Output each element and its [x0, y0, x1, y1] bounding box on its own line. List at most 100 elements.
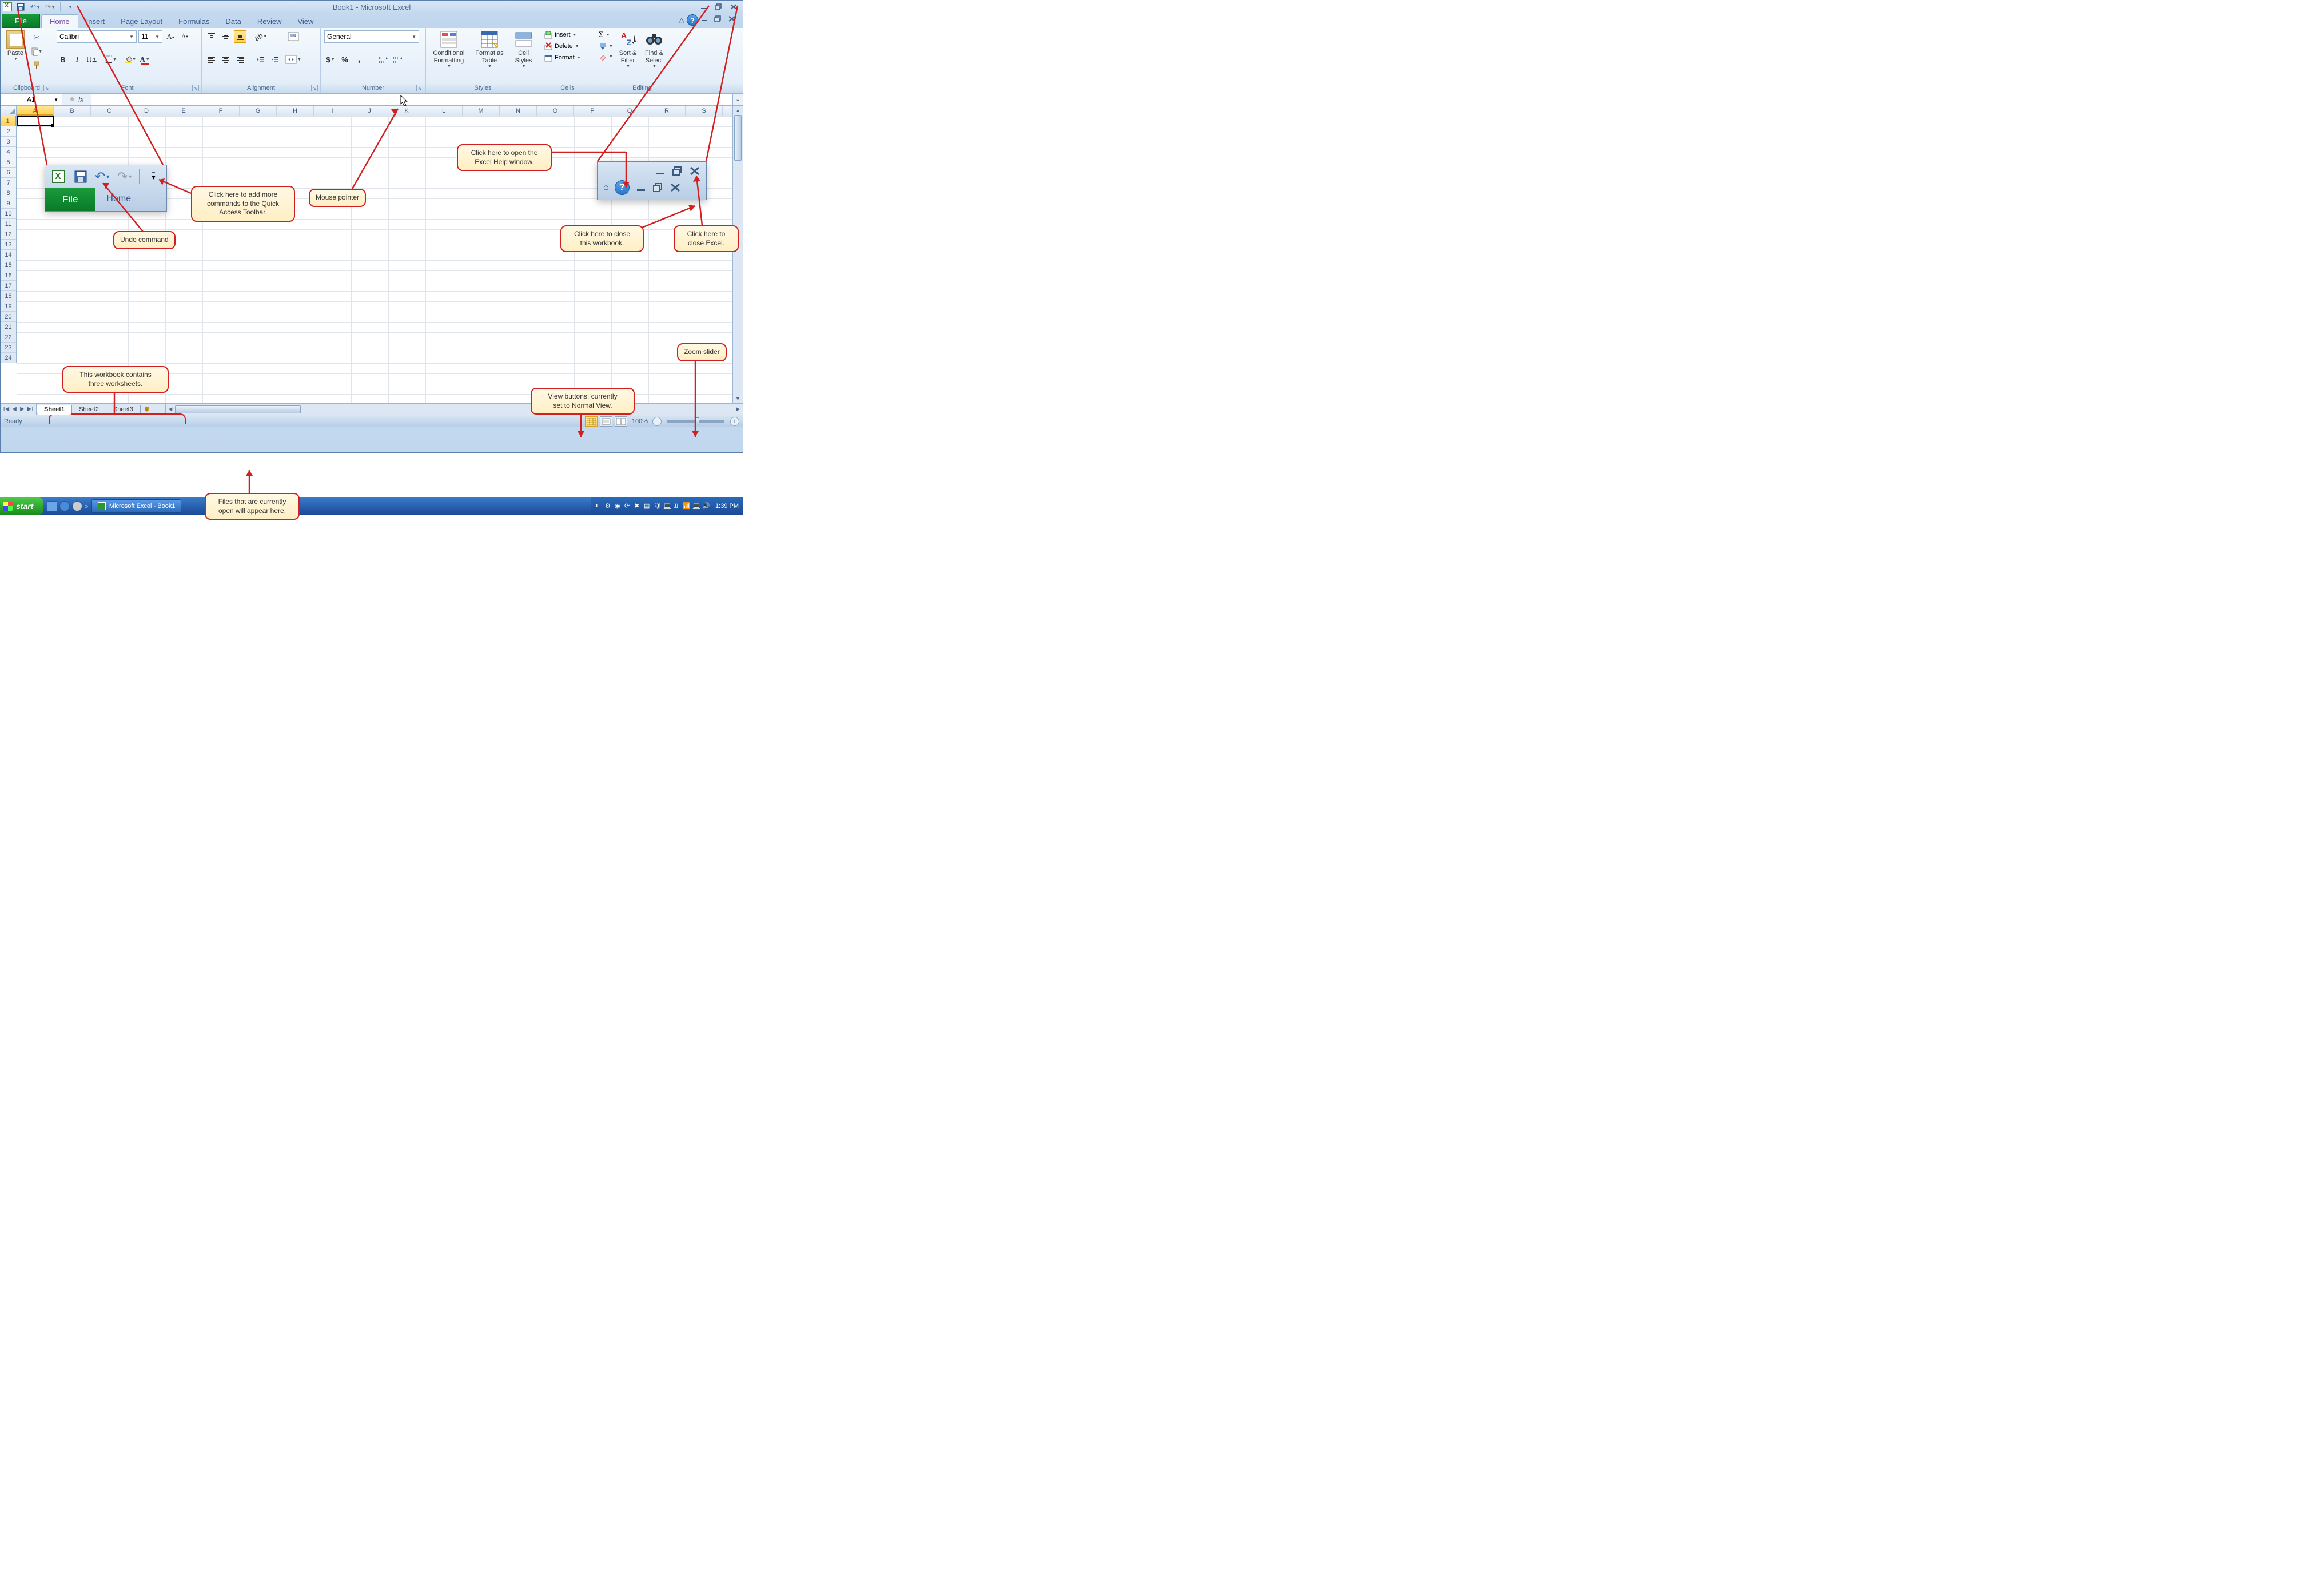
row-header[interactable]: 7: [1, 178, 16, 188]
callout-view-buttons: View buttons; currently set to Normal Vi…: [531, 388, 635, 415]
row-header[interactable]: 17: [1, 281, 16, 291]
row-header[interactable]: 5: [1, 157, 16, 168]
percent-button[interactable]: %: [338, 53, 351, 66]
styles-group-label: Styles: [475, 85, 492, 91]
svg-text:.00: .00: [392, 57, 398, 61]
wrap-text-button[interactable]: [285, 30, 302, 43]
sheet-nav-next-button[interactable]: ▶: [19, 406, 26, 412]
conditional-formatting-button[interactable]: Conditional Formatting▼: [431, 29, 467, 71]
format-as-table-button[interactable]: Format as Table▼: [473, 29, 506, 71]
mouse-pointer-icon: [400, 95, 411, 108]
sheet-nav-prev-button[interactable]: ◀: [11, 406, 18, 412]
dialog-launcher-icon[interactable]: ↘: [416, 85, 423, 91]
tab-review[interactable]: Review: [249, 15, 290, 28]
cell-styles-icon: [515, 30, 533, 49]
number-group-label: Number: [362, 85, 384, 91]
column-header[interactable]: F: [202, 106, 240, 116]
cells-group-label: Cells: [560, 85, 574, 91]
row-header[interactable]: 4: [1, 147, 16, 157]
inset-excel-icon: X: [50, 169, 66, 185]
row-header[interactable]: 21: [1, 322, 16, 332]
row-header[interactable]: 13: [1, 240, 16, 250]
callout-open-files: Files that are currently open will appea…: [205, 493, 300, 520]
row-header[interactable]: 24: [1, 353, 16, 363]
column-header[interactable]: A: [17, 106, 54, 116]
row-header[interactable]: 20: [1, 312, 16, 322]
window-title: Book1 - Microsoft Excel: [333, 3, 411, 11]
row-header[interactable]: 14: [1, 250, 16, 260]
column-header[interactable]: B: [54, 106, 91, 116]
row-header[interactable]: 9: [1, 198, 16, 209]
sheet-nav-first-button[interactable]: I◀: [3, 406, 10, 412]
dialog-launcher-icon[interactable]: ↘: [311, 85, 318, 91]
number-format-combo[interactable]: General▼: [324, 30, 419, 43]
column-header[interactable]: P: [574, 106, 611, 116]
row-header[interactable]: 10: [1, 209, 16, 219]
taskbar-clock[interactable]: 1:39 PM: [712, 503, 739, 510]
conditional-formatting-icon: [440, 30, 458, 49]
column-header[interactable]: C: [91, 106, 128, 116]
row-header[interactable]: 12: [1, 229, 16, 240]
decrease-indent-button[interactable]: [254, 53, 267, 66]
row-header[interactable]: 18: [1, 291, 16, 301]
row-header[interactable]: 19: [1, 301, 16, 312]
column-header[interactable]: I: [314, 106, 351, 116]
status-ready-label: Ready: [4, 418, 22, 425]
merge-center-button[interactable]: ▼: [285, 53, 302, 66]
active-cell[interactable]: [17, 116, 54, 126]
quicklaunch-item[interactable]: [72, 501, 82, 511]
row-header[interactable]: 2: [1, 126, 16, 137]
table-icon: [480, 30, 499, 49]
orientation-button[interactable]: ab▼: [254, 30, 267, 43]
increase-decimal-button[interactable]: .0.00: [377, 53, 389, 66]
row-header[interactable]: 6: [1, 168, 16, 178]
select-all-button[interactable]: [1, 106, 17, 116]
fx-icon[interactable]: fx: [78, 95, 83, 104]
row-header[interactable]: 11: [1, 219, 16, 229]
increase-indent-button[interactable]: [269, 53, 281, 66]
inset-file-tab: File: [45, 188, 95, 211]
column-header[interactable]: G: [240, 106, 277, 116]
svg-text:.00: .00: [378, 61, 384, 63]
column-header[interactable]: H: [277, 106, 314, 116]
callout-zoom-slider: Zoom slider: [677, 343, 727, 361]
format-icon: [544, 53, 553, 62]
quicklaunch-item[interactable]: [47, 501, 57, 511]
column-header[interactable]: E: [165, 106, 202, 116]
column-header[interactable]: O: [537, 106, 574, 116]
alignment-group-label: Alignment: [247, 85, 275, 91]
insert-icon: [544, 30, 553, 39]
cell-styles-button[interactable]: Cell Styles▼: [512, 29, 535, 71]
sheet-nav-last-button[interactable]: ▶I: [27, 406, 34, 412]
callout-worksheets: This workbook contains three worksheets.: [62, 366, 169, 393]
name-box[interactable]: A1▼: [1, 94, 62, 105]
column-header[interactable]: R: [648, 106, 686, 116]
row-header[interactable]: 22: [1, 332, 16, 343]
row-header[interactable]: 23: [1, 343, 16, 353]
format-cells-button[interactable]: Format▼: [544, 53, 581, 62]
start-button[interactable]: start: [0, 497, 43, 515]
callout-mouse-pointer: Mouse pointer: [309, 189, 366, 207]
svg-text:.0: .0: [392, 61, 396, 63]
column-header[interactable]: Q: [611, 106, 648, 116]
row-header[interactable]: 3: [1, 137, 16, 147]
row-header[interactable]: 8: [1, 188, 16, 198]
row-header[interactable]: 16: [1, 270, 16, 281]
svg-text:.0: .0: [378, 57, 381, 61]
accounting-format-button[interactable]: $▼: [324, 53, 337, 66]
expand-formula-bar-button[interactable]: ⌄: [732, 94, 743, 105]
comma-button[interactable]: ,: [353, 53, 365, 66]
system-tray[interactable]: ◐⚙◉⟳✖▤🛡💻⊞📶💻🔊 1:39 PM: [591, 497, 743, 515]
decrease-decimal-button[interactable]: .00.0: [391, 53, 404, 66]
callout-quick-access: Click here to add more commands to the Q…: [191, 186, 295, 222]
taskbar-app-button[interactable]: Microsoft Excel - Book1: [91, 499, 182, 513]
formula-input[interactable]: [91, 94, 732, 105]
delete-cells-button[interactable]: Delete▼: [544, 42, 581, 51]
row-header[interactable]: 1: [1, 116, 16, 126]
insert-cells-button[interactable]: Insert▼: [544, 30, 581, 39]
inset-save-icon: [72, 169, 89, 185]
tab-view[interactable]: View: [289, 15, 321, 28]
row-header[interactable]: 15: [1, 260, 16, 270]
quicklaunch-item[interactable]: [59, 501, 70, 511]
sheet-tab-1[interactable]: Sheet1: [37, 405, 72, 415]
